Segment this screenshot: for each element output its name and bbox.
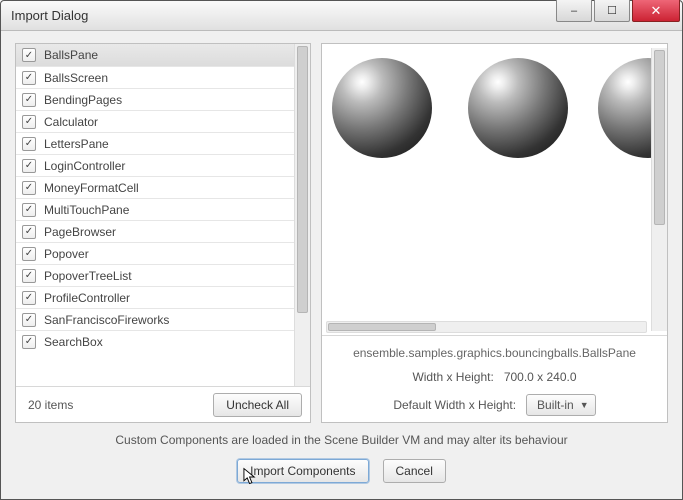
list-scrollbar-vertical[interactable] bbox=[294, 44, 310, 386]
chevron-down-icon: ▼ bbox=[580, 400, 589, 410]
scrollbar-thumb[interactable] bbox=[654, 50, 665, 225]
checkbox[interactable]: ✓ bbox=[22, 181, 36, 195]
item-count: 20 items bbox=[24, 398, 205, 412]
list-item-label: PageBrowser bbox=[44, 225, 116, 239]
list-item[interactable]: ✓ MultiTouchPane bbox=[16, 198, 310, 220]
preview-scrollbar-vertical[interactable] bbox=[651, 48, 667, 331]
list-item-label: ProfileController bbox=[44, 291, 130, 305]
scrollbar-thumb[interactable] bbox=[297, 46, 308, 313]
close-button[interactable]: ✕ bbox=[632, 0, 680, 22]
titlebar[interactable]: Import Dialog – ☐ ✕ bbox=[1, 1, 682, 31]
minimize-button[interactable]: – bbox=[556, 0, 592, 22]
list-item[interactable]: ✓ ProfileController bbox=[16, 286, 310, 308]
default-size-label: Default Width x Height: bbox=[393, 398, 516, 412]
list-item[interactable]: ✓ BallsScreen bbox=[16, 66, 310, 88]
size-value: 700.0 x 240.0 bbox=[504, 370, 577, 384]
checkbox[interactable]: ✓ bbox=[22, 71, 36, 85]
checkbox[interactable]: ✓ bbox=[22, 291, 36, 305]
list-item[interactable]: ✓ Popover bbox=[16, 242, 310, 264]
list-item[interactable]: ✓ LettersPane bbox=[16, 132, 310, 154]
minimize-icon: – bbox=[571, 5, 577, 17]
scrollbar-thumb[interactable] bbox=[328, 323, 436, 331]
list-item-label: BallsScreen bbox=[44, 71, 108, 85]
preview-surface bbox=[322, 44, 667, 335]
checkbox[interactable]: ✓ bbox=[22, 137, 36, 151]
list-item[interactable]: ✓ SearchBox bbox=[16, 330, 310, 352]
class-path: ensemble.samples.graphics.bouncingballs.… bbox=[353, 346, 636, 360]
default-size-value: Built-in bbox=[537, 398, 574, 412]
close-icon: ✕ bbox=[651, 3, 662, 19]
uncheck-all-button[interactable]: Uncheck All bbox=[213, 393, 302, 417]
maximize-button[interactable]: ☐ bbox=[594, 0, 630, 22]
list-item[interactable]: ✓ Calculator bbox=[16, 110, 310, 132]
import-dialog-window: Import Dialog – ☐ ✕ ✓ BallsPane ✓ BallsScre… bbox=[0, 0, 683, 500]
checkbox[interactable]: ✓ bbox=[22, 247, 36, 261]
component-list[interactable]: ✓ BallsPane ✓ BallsScreen ✓ BendingPages ✓ Calc… bbox=[16, 44, 310, 386]
checkbox[interactable]: ✓ bbox=[22, 313, 36, 327]
list-item[interactable]: ✓ MoneyFormatCell bbox=[16, 176, 310, 198]
checkbox[interactable]: ✓ bbox=[22, 159, 36, 173]
component-list-panel: ✓ BallsPane ✓ BallsScreen ✓ BendingPages ✓ Calc… bbox=[15, 43, 311, 423]
footer-note: Custom Components are loaded in the Scen… bbox=[15, 431, 668, 447]
list-item[interactable]: ✓ SanFranciscoFireworks bbox=[16, 308, 310, 330]
checkbox[interactable]: ✓ bbox=[22, 203, 36, 217]
ball-graphic bbox=[468, 58, 568, 158]
dialog-content: ✓ BallsPane ✓ BallsScreen ✓ BendingPages ✓ Calc… bbox=[1, 31, 682, 499]
checkbox[interactable]: ✓ bbox=[22, 269, 36, 283]
list-item-label: Popover bbox=[44, 247, 89, 261]
maximize-icon: ☐ bbox=[607, 4, 617, 17]
list-item[interactable]: ✓ PageBrowser bbox=[16, 220, 310, 242]
list-item-label: Calculator bbox=[44, 115, 98, 129]
window-title: Import Dialog bbox=[11, 8, 556, 23]
import-components-button[interactable]: Import Components bbox=[237, 459, 368, 483]
window-buttons: – ☐ ✕ bbox=[556, 1, 682, 30]
checkbox[interactable]: ✓ bbox=[22, 93, 36, 107]
checkbox[interactable]: ✓ bbox=[22, 48, 36, 62]
checkbox[interactable]: ✓ bbox=[22, 115, 36, 129]
ball-graphic bbox=[332, 58, 432, 158]
size-label: Width x Height: bbox=[412, 370, 493, 384]
list-item[interactable]: ✓ PopoverTreeList bbox=[16, 264, 310, 286]
preview-info: ensemble.samples.graphics.bouncingballs.… bbox=[322, 335, 667, 422]
default-size-row: Default Width x Height: Built-in ▼ bbox=[393, 394, 595, 416]
preview-panel: ensemble.samples.graphics.bouncingballs.… bbox=[321, 43, 668, 423]
list-item-label: SearchBox bbox=[44, 335, 103, 349]
checkbox[interactable]: ✓ bbox=[22, 225, 36, 239]
list-item-label: BendingPages bbox=[44, 93, 122, 107]
list-item[interactable]: ✓ LoginController bbox=[16, 154, 310, 176]
list-item-label: SanFranciscoFireworks bbox=[44, 313, 169, 327]
component-list-scroll: ✓ BallsPane ✓ BallsScreen ✓ BendingPages ✓ Calc… bbox=[16, 44, 310, 386]
list-item[interactable]: ✓ BallsPane bbox=[16, 44, 310, 66]
cancel-button[interactable]: Cancel bbox=[383, 459, 446, 483]
panels: ✓ BallsPane ✓ BallsScreen ✓ BendingPages ✓ Calc… bbox=[15, 43, 668, 423]
list-item[interactable]: ✓ BendingPages bbox=[16, 88, 310, 110]
list-item-label: MultiTouchPane bbox=[44, 203, 129, 217]
list-footer: 20 items Uncheck All bbox=[16, 386, 310, 422]
list-item-label: PopoverTreeList bbox=[44, 269, 132, 283]
list-item-label: MoneyFormatCell bbox=[44, 181, 139, 195]
size-row: Width x Height: 700.0 x 240.0 bbox=[412, 370, 576, 384]
default-size-dropdown[interactable]: Built-in ▼ bbox=[526, 394, 596, 416]
list-item-label: BallsPane bbox=[44, 48, 98, 62]
action-buttons: Import Components Cancel bbox=[15, 455, 668, 487]
preview-area bbox=[322, 44, 667, 335]
list-item-label: LoginController bbox=[44, 159, 125, 173]
list-item-label: LettersPane bbox=[44, 137, 109, 151]
checkbox[interactable]: ✓ bbox=[22, 335, 36, 349]
preview-scrollbar-horizontal[interactable] bbox=[326, 321, 647, 333]
